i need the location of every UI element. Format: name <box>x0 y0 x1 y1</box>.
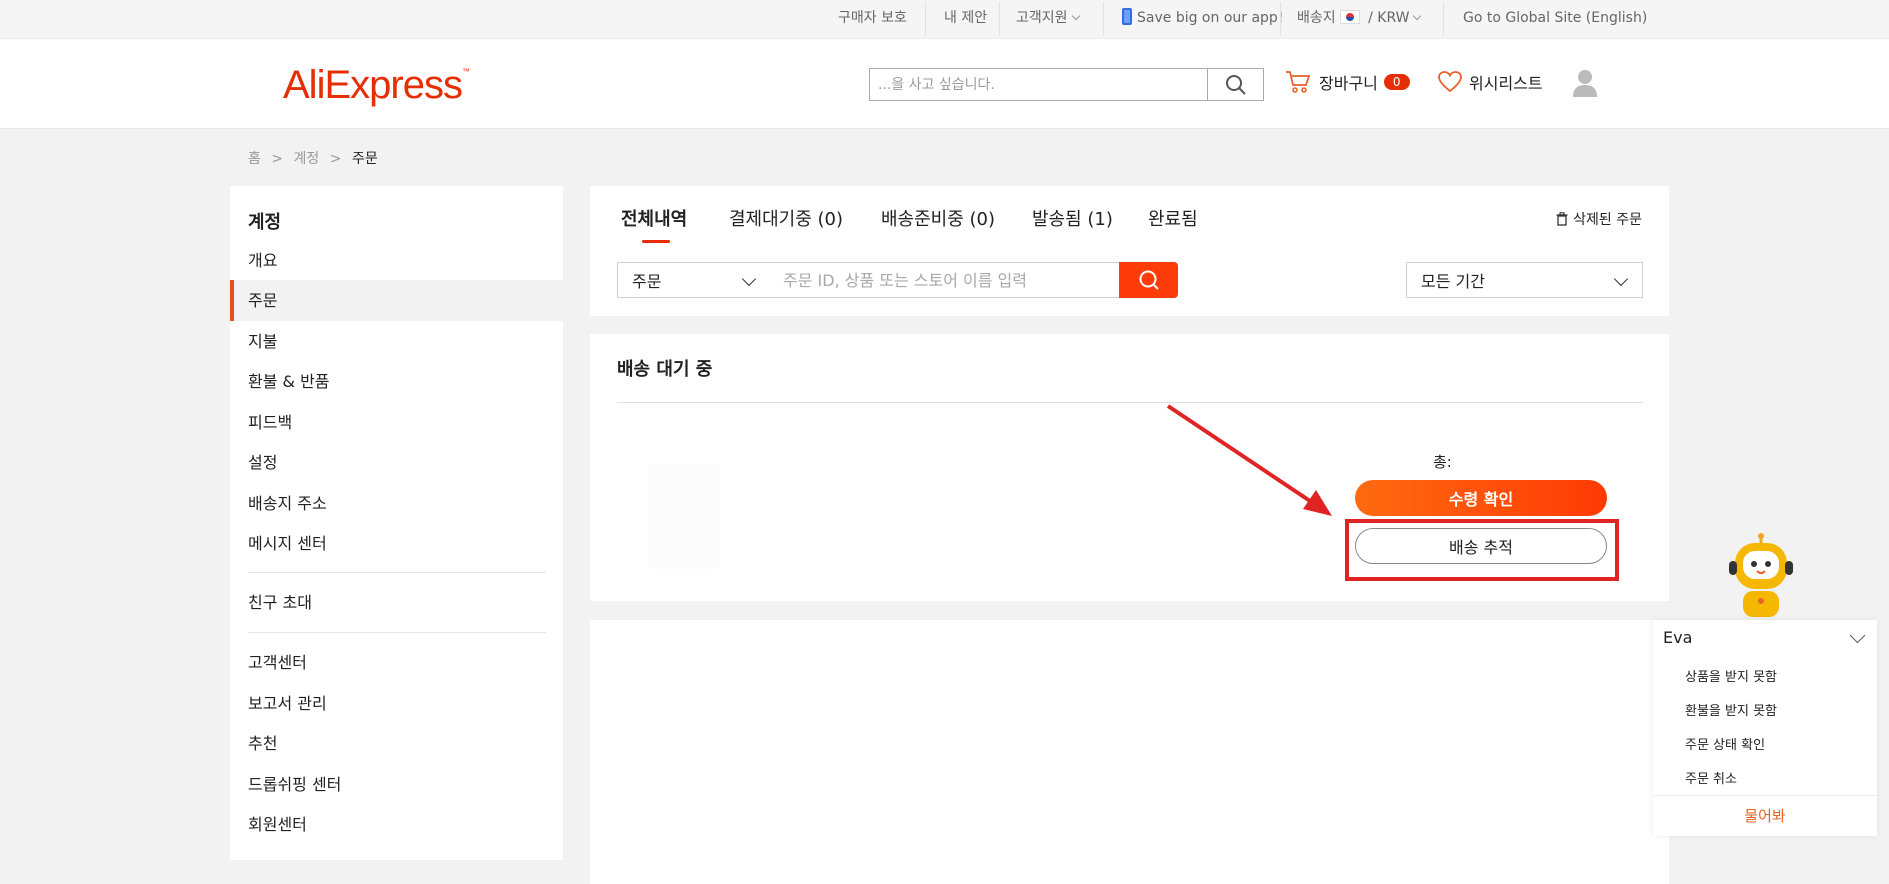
site-search-button[interactable] <box>1208 69 1263 100</box>
sidebar-item-membership-center[interactable]: 회원센터 <box>230 804 563 845</box>
app-promo-label: Save big on our app! <box>1137 10 1284 26</box>
topbar-divider <box>1280 2 1281 36</box>
user-avatar-icon[interactable] <box>1572 68 1598 98</box>
buyer-protection-link[interactable]: 구매자 보호 <box>838 0 907 39</box>
sidebar-title: 계정 <box>248 212 282 233</box>
wishlist-link[interactable]: 위시리스트 <box>1437 70 1543 94</box>
sidebar-item-settings[interactable]: 설정 <box>230 442 563 483</box>
order-search-button[interactable] <box>1119 262 1178 298</box>
tab-awaiting-payment[interactable]: 결제대기중 (0) <box>729 205 843 231</box>
tab-all-orders[interactable]: 전체내역 <box>621 205 687 231</box>
breadcrumb-account[interactable]: 계정 <box>294 151 320 167</box>
topbar-divider <box>1103 2 1104 36</box>
sidebar-item-feedback[interactable]: 피드백 <box>230 402 563 443</box>
sidebar-item-report-management[interactable]: 보고서 관리 <box>230 683 563 724</box>
sidebar-item-payment[interactable]: 지불 <box>230 321 563 362</box>
order-card: 배송 대기 중 총: 수령 확인 배송 추적 <box>590 334 1669 601</box>
global-site-link[interactable]: Go to Global Site (English) <box>1463 0 1647 39</box>
heart-icon <box>1438 71 1462 93</box>
chatbot-title: Eva <box>1663 628 1693 647</box>
cart-count-badge: 0 <box>1383 74 1410 90</box>
phone-icon <box>1122 8 1132 25</box>
search-icon <box>1139 270 1159 290</box>
tab-preparing-shipment[interactable]: 배송준비중 (0) <box>881 205 995 231</box>
breadcrumb-separator: > <box>271 151 284 167</box>
logo-text: AliExpress <box>283 63 463 107</box>
my-offers-link[interactable]: 내 제안 <box>944 0 987 39</box>
top-utility-bar: 구매자 보호 내 제안 고객지원 Save big on our app! 배송… <box>0 0 1889 39</box>
topbar-divider <box>925 2 926 36</box>
sidebar-divider <box>248 572 546 573</box>
breadcrumb-separator: > <box>329 151 342 167</box>
order-filter-select[interactable]: 주문 <box>617 262 771 298</box>
customer-service-menu[interactable]: 고객지원 <box>1016 0 1080 39</box>
annotation-highlight-box <box>1345 519 1619 581</box>
cart-icon <box>1286 71 1311 93</box>
period-select[interactable]: 모든 기간 <box>1406 262 1643 298</box>
site-search <box>869 68 1264 101</box>
chatbot-avatar-icon[interactable] <box>1725 533 1797 617</box>
trademark-mark: ™ <box>461 67 470 76</box>
customer-service-label: 고객지원 <box>1016 10 1068 26</box>
app-promo-link[interactable]: Save big on our app! <box>1122 0 1283 39</box>
ship-to-label: 배송지 <box>1297 10 1336 26</box>
chevron-down-icon <box>741 271 757 287</box>
order-filter-value: 주문 <box>632 272 662 291</box>
site-search-input[interactable] <box>870 69 1208 100</box>
chatbot-option-cancel-order[interactable]: 주문 취소 <box>1685 768 1737 787</box>
confirm-receipt-button[interactable]: 수령 확인 <box>1355 480 1607 516</box>
chevron-down-icon <box>1071 11 1080 21</box>
empty-order-panel <box>590 620 1669 884</box>
cart-label: 장바구니 <box>1319 74 1378 93</box>
chatbot-option-order-status[interactable]: 주문 상태 확인 <box>1685 734 1765 753</box>
breadcrumb-home[interactable]: 홈 <box>248 151 261 167</box>
sidebar-item-overview[interactable]: 개요 <box>230 240 563 281</box>
chatbot-option-item-not-received[interactable]: 상품을 받지 못함 <box>1685 666 1777 685</box>
tab-shipped[interactable]: 발송됨 (1) <box>1032 205 1113 231</box>
order-filter-panel: 전체내역 결제대기중 (0) 배송준비중 (0) 발송됨 (1) 완료됨 삭제된… <box>590 186 1669 316</box>
sidebar-item-message-center[interactable]: 메시지 센터 <box>230 523 563 564</box>
wishlist-label: 위시리스트 <box>1469 74 1543 93</box>
chatbot-ask-button[interactable]: 물어봐 <box>1653 795 1877 836</box>
deleted-orders-link[interactable]: 삭제된 주문 <box>1556 209 1642 229</box>
topbar-divider <box>999 2 1000 36</box>
chevron-down-icon <box>1613 271 1629 287</box>
sidebar-item-shipping-address[interactable]: 배송지 주소 <box>230 483 563 524</box>
order-divider <box>617 402 1643 403</box>
ship-to-menu[interactable]: 배송지 / KRW <box>1297 0 1422 39</box>
order-search-input[interactable] <box>770 262 1120 298</box>
currency-label: KRW <box>1377 10 1410 26</box>
chevron-down-icon[interactable] <box>1849 627 1866 644</box>
search-icon <box>1225 74 1246 95</box>
order-total-label: 총: <box>1433 453 1452 471</box>
chevron-down-icon <box>1413 11 1422 21</box>
period-select-value: 모든 기간 <box>1421 272 1485 291</box>
order-status: 배송 대기 중 <box>617 359 713 380</box>
deleted-orders-label: 삭제된 주문 <box>1573 212 1642 228</box>
breadcrumb: 홈 > 계정 > 주문 <box>248 148 384 168</box>
sidebar-item-dropshipping-center[interactable]: 드롭쉬핑 센터 <box>230 764 563 805</box>
cart-link[interactable]: 장바구니 0 <box>1285 70 1410 94</box>
topbar-divider <box>1443 2 1444 36</box>
active-tab-indicator <box>642 240 670 243</box>
breadcrumb-orders: 주문 <box>351 151 378 167</box>
sidebar-item-help-center[interactable]: 고객센터 <box>230 642 563 683</box>
sidebar-item-refunds[interactable]: 환불 & 반품 <box>230 361 563 402</box>
aliexpress-logo[interactable]: AliExpress™ <box>283 63 470 108</box>
site-header: AliExpress™ 장바구니 0 위시리스트 <box>0 39 1889 129</box>
chatbot-option-refund-not-received[interactable]: 환불을 받지 못함 <box>1685 700 1777 719</box>
sidebar-item-invite-friends[interactable]: 친구 초대 <box>230 582 563 623</box>
korea-flag-icon <box>1339 10 1360 24</box>
sidebar-item-recommendations[interactable]: 추천 <box>230 723 563 764</box>
sidebar-item-orders[interactable]: 주문 <box>230 280 563 321</box>
product-thumbnail[interactable] <box>648 464 720 569</box>
chatbot-panel: Eva 상품을 받지 못함 환불을 받지 못함 주문 상태 확인 주문 취소 물… <box>1653 620 1877 836</box>
sidebar-divider <box>248 632 546 633</box>
tab-completed[interactable]: 완료됨 <box>1148 205 1198 231</box>
account-sidebar: 계정 개요 주문 지불 환불 & 반품 피드백 설정 배송지 주소 메시지 센터… <box>230 186 563 860</box>
trash-icon <box>1556 212 1568 226</box>
